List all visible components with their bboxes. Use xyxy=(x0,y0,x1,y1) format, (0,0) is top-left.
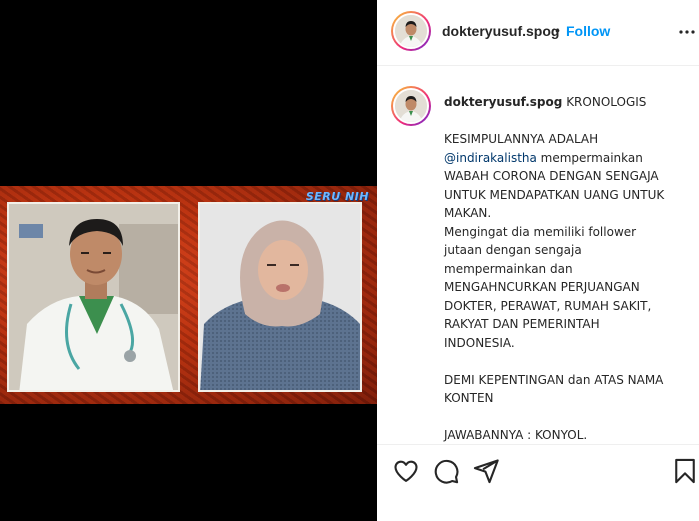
caption-line: DEMI KEPENTINGAN dan ATAS NAMA xyxy=(444,372,664,387)
doctor-photo xyxy=(7,202,180,392)
caption-username[interactable]: dokteryusuf.spog xyxy=(444,95,562,109)
header-avatar[interactable] xyxy=(391,11,431,51)
caption-line: Mengingat dia memiliki follower xyxy=(444,224,637,239)
media-image: SERU NIH xyxy=(0,186,377,404)
caption-line: WABAH CORONA DENGAN SENGAJA xyxy=(444,169,659,183)
post-caption: dokteryusuf.spog KRONOLOGIS KESIMPULANNY… xyxy=(377,66,699,444)
caption-line: KESIMPULANNYA ADALAH xyxy=(444,132,599,146)
post-sidebar: dokteryusuf.spog • Follow dokteryusuf.sp… xyxy=(377,0,699,521)
follow-button[interactable]: Follow xyxy=(566,23,610,39)
caption-line xyxy=(444,112,694,131)
caption-title: KRONOLOGIS xyxy=(566,95,647,109)
caption-line: INDONESIA. xyxy=(444,335,515,350)
mention-link[interactable]: @indirakalistha xyxy=(444,151,537,165)
heart-icon[interactable] xyxy=(392,457,420,485)
action-bar xyxy=(377,444,699,521)
caption-line: UNTUK MENDAPATKAN UANG UNTUK xyxy=(444,187,665,202)
share-icon[interactable] xyxy=(472,457,500,485)
post-media[interactable]: SERU NIH xyxy=(0,0,377,521)
post-header: dokteryusuf.spog • Follow xyxy=(377,0,699,66)
caption-line: JAWABANNYA : KONYOL. xyxy=(444,428,588,442)
woman-photo xyxy=(198,202,362,392)
header-username[interactable]: dokteryusuf.spog xyxy=(442,23,559,39)
caption-text: dokteryusuf.spog KRONOLOGIS KESIMPULANNY… xyxy=(444,93,694,444)
caption-line: MENGAHNCURKAN PERJUANGAN xyxy=(444,280,640,294)
caption-line-rest: mempermainkan xyxy=(536,150,643,165)
caption-line: jutaan dengan sengaja xyxy=(444,243,582,257)
bookmark-icon[interactable] xyxy=(671,457,699,485)
comment-icon[interactable] xyxy=(432,457,460,485)
caption-line xyxy=(444,408,694,427)
media-watermark: SERU NIH xyxy=(305,190,369,203)
more-icon[interactable] xyxy=(678,23,696,41)
caption-avatar[interactable] xyxy=(391,86,431,126)
caption-line xyxy=(444,352,694,371)
caption-line: mempermainkan dan xyxy=(444,261,573,276)
header-separator: • xyxy=(555,22,560,38)
caption-line: RAKYAT DAN PEMERINTAH xyxy=(444,317,600,331)
caption-line: DOKTER, PERAWAT, RUMAH SAKIT, xyxy=(444,298,652,313)
caption-line: MAKAN. xyxy=(444,206,492,220)
caption-first-line: dokteryusuf.spog KRONOLOGIS xyxy=(444,93,694,112)
instagram-post: SERU NIH dokteryusuf.spog • Follow dokte… xyxy=(0,0,699,521)
caption-line: KONTEN xyxy=(444,391,494,405)
caption-line: @indirakalistha mempermainkan xyxy=(444,149,694,168)
